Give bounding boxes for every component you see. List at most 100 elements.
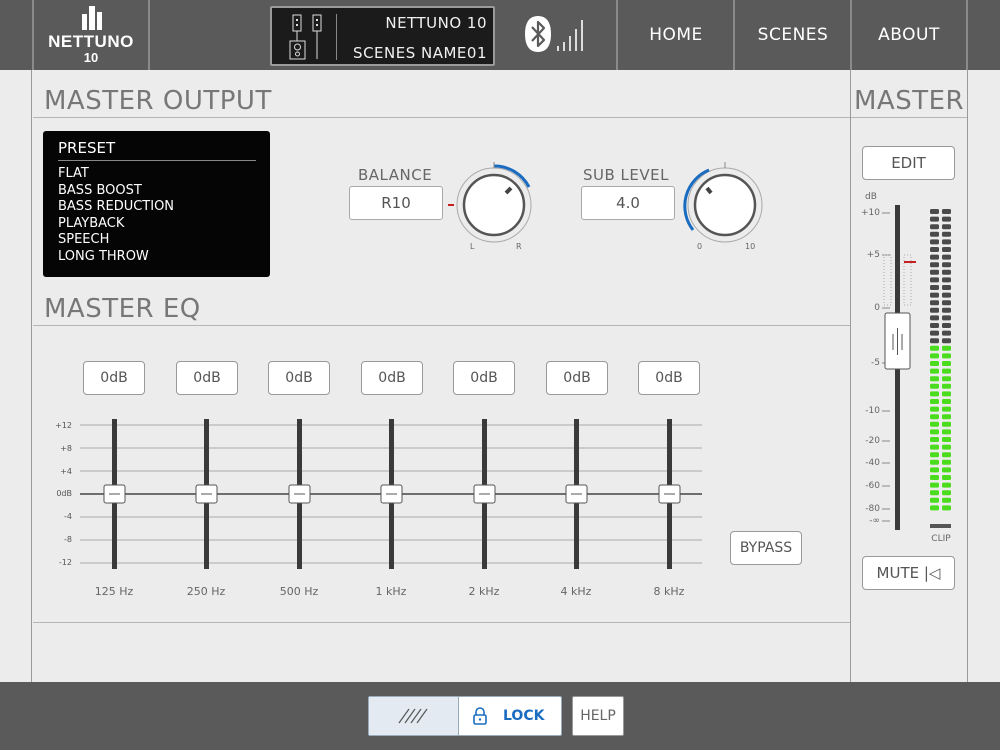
db-unit-label: dB [865, 192, 877, 202]
lock-slider-track[interactable] [369, 697, 459, 735]
meter-segment [930, 231, 939, 237]
preset-rule [58, 160, 256, 161]
eq-fader-1khz[interactable] [380, 419, 403, 569]
meter-segment [930, 216, 939, 222]
preset-item[interactable]: FLAT [58, 166, 174, 183]
eq-gain-2khz[interactable]: 0dB [453, 361, 515, 395]
mute-button[interactable]: MUTE |◁ [862, 556, 955, 590]
meter-segment [942, 444, 951, 450]
meter-segment [942, 406, 951, 412]
bypass-button[interactable]: BYPASS [730, 531, 802, 565]
meter-segment [930, 209, 939, 214]
meter-segment [942, 497, 951, 503]
sub-level-max-label: 10 [745, 242, 755, 251]
meter-segment [942, 300, 951, 306]
meter-segment [942, 490, 951, 496]
meter-segment [942, 323, 951, 328]
eq-gain-250hz[interactable]: 0dB [176, 361, 238, 395]
fader-scale-label: -10 [865, 406, 880, 416]
preset-item[interactable]: PLAYBACK [58, 216, 174, 233]
meter-segment [930, 285, 939, 290]
meter-segment [942, 421, 951, 427]
meter-segment [942, 315, 951, 321]
eq-fader-125hz[interactable] [103, 419, 126, 569]
preset-item[interactable]: SPEECH [58, 232, 174, 249]
meter-segment [930, 406, 939, 412]
master-output-divider [33, 117, 850, 118]
scene-name: SCENES NAME01 [353, 44, 487, 62]
nav-home[interactable]: HOME [616, 0, 734, 70]
fader-scale-label: +10 [861, 208, 880, 218]
help-button[interactable]: HELP [572, 696, 624, 736]
master-fader[interactable] [880, 200, 930, 530]
eq-freq-label: 125 Hz [94, 585, 134, 598]
eq-gain-500hz[interactable]: 0dB [268, 361, 330, 395]
eq-bottom-divider [33, 622, 850, 623]
meter-segment [942, 345, 951, 351]
meter-segment [930, 444, 939, 450]
meter-segment [930, 338, 939, 344]
output-level-meter [930, 209, 951, 528]
meter-segment [930, 361, 939, 366]
balance-max-label: R [516, 242, 522, 251]
eq-gain-8khz[interactable]: 0dB [638, 361, 700, 395]
meter-segment [942, 361, 951, 366]
eq-fader-2khz[interactable] [473, 419, 496, 569]
preset-list: FLAT BASS BOOST BASS REDUCTION PLAYBACK … [58, 166, 174, 266]
meter-segment [930, 505, 939, 511]
meter-segment [942, 482, 951, 488]
eq-gain-125hz[interactable]: 0dB [83, 361, 145, 395]
meter-segment [942, 224, 951, 230]
meter-segment [942, 209, 951, 214]
meter-segment [930, 376, 939, 382]
meter-segment [930, 277, 939, 283]
meter-segment [942, 231, 951, 237]
balance-knob[interactable]: L R [444, 155, 544, 255]
eq-fader-250hz[interactable] [195, 419, 218, 569]
speaker-device-icon [289, 14, 322, 60]
meter-segment [930, 399, 939, 404]
eq-freq-label: 1 kHz [375, 585, 407, 598]
eq-gain-1khz[interactable]: 0dB [361, 361, 423, 395]
logo-bars-icon [82, 6, 102, 30]
meter-segment [942, 239, 951, 245]
meter-segment [942, 338, 951, 344]
nav-about[interactable]: ABOUT [850, 0, 968, 70]
fader-scale-label: -5 [871, 358, 880, 368]
meter-segment [930, 262, 939, 268]
device-display[interactable]: NETTUNO 10 SCENES NAME01 [270, 6, 495, 66]
meter-segment [942, 262, 951, 268]
eq-scale-label: +8 [60, 444, 72, 453]
meter-segment [942, 216, 951, 222]
eq-scale-label: -8 [64, 535, 72, 544]
preset-item[interactable]: BASS REDUCTION [58, 199, 174, 216]
fader-scale-label: +5 [866, 250, 880, 260]
meter-segment [930, 391, 939, 397]
device-name: NETTUNO 10 [385, 14, 487, 32]
eq-fader-4khz[interactable] [565, 419, 588, 569]
preset-item[interactable]: LONG THROW [58, 249, 174, 266]
meter-segment [942, 376, 951, 382]
eq-scale-label: 0dB [56, 489, 72, 498]
eq-scale-label: +12 [55, 421, 72, 430]
preset-item[interactable]: BASS BOOST [58, 183, 174, 200]
bluetooth-signal-icon[interactable] [520, 14, 590, 56]
meter-segment [942, 330, 951, 336]
eq-gain-4khz[interactable]: 0dB [546, 361, 608, 395]
edit-button[interactable]: EDIT [862, 146, 955, 180]
sub-level-knob[interactable]: 0 10 [675, 155, 775, 255]
eq-fader-500hz[interactable] [288, 419, 311, 569]
sub-level-value[interactable]: 4.0 [581, 186, 675, 220]
nav-scenes[interactable]: SCENES [733, 0, 851, 70]
meter-segment [930, 330, 939, 336]
eq-fader-8khz[interactable] [658, 419, 681, 569]
meter-segment [942, 285, 951, 290]
meter-segment [942, 467, 951, 473]
meter-segment [942, 307, 951, 313]
logo-text: NETTUNO [48, 32, 134, 51]
balance-value[interactable]: R10 [349, 186, 443, 220]
meter-segment [942, 475, 951, 480]
lock-control[interactable]: LOCK [368, 696, 562, 736]
preset-panel: PRESET FLAT BASS BOOST BASS REDUCTION PL… [43, 131, 270, 277]
nav-about-label: ABOUT [878, 25, 940, 45]
